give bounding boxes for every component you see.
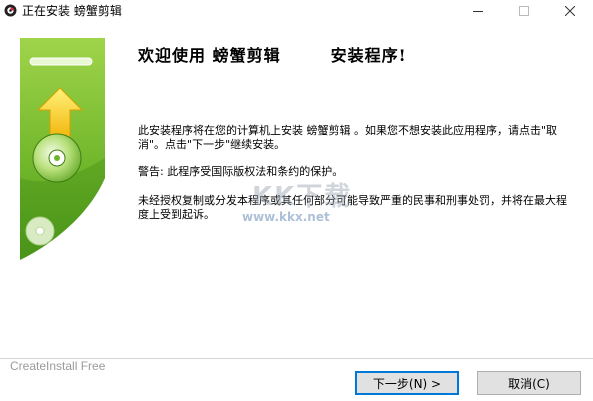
installer-title: 安装程序!	[330, 46, 407, 65]
window-title: 正在安装 螃蟹剪辑	[22, 4, 122, 18]
crab-app-icon	[4, 4, 17, 17]
welcome-title: 欢迎使用 螃蟹剪辑	[138, 46, 281, 65]
maximize-icon	[519, 6, 529, 16]
brand-label: CreateInstall Free	[10, 359, 106, 373]
page-title: 欢迎使用 螃蟹剪辑 安装程序!	[138, 42, 558, 66]
intro-text: 此安装程序将在您的计算机上安装 螃蟹剪辑 。如果您不想安装此应用程序，请点击"取…	[138, 124, 558, 151]
close-button[interactable]	[547, 0, 593, 22]
cancel-button[interactable]: 取消(C)	[477, 371, 581, 395]
minimize-button[interactable]	[455, 0, 501, 22]
warning-text: 警告: 此程序受国际版权法和条约的保护。	[138, 165, 344, 178]
installer-window: 正在安装 螃蟹剪辑 欢迎使用 螃蟹剪辑 安装程序! 此安装程序将在您的计算机上安…	[0, 0, 593, 401]
title-bar: 正在安装 螃蟹剪辑	[0, 0, 593, 22]
close-icon	[565, 6, 575, 16]
legal-text: 未经授权复制或分发本程序或其任何部分可能导致严重的民事和刑事处罚，并将在最大程度…	[138, 194, 567, 221]
maximize-button[interactable]	[501, 0, 547, 22]
next-button[interactable]: 下一步(N) >	[355, 371, 459, 395]
minimize-icon	[473, 11, 483, 12]
installer-side-graphic	[20, 38, 105, 260]
